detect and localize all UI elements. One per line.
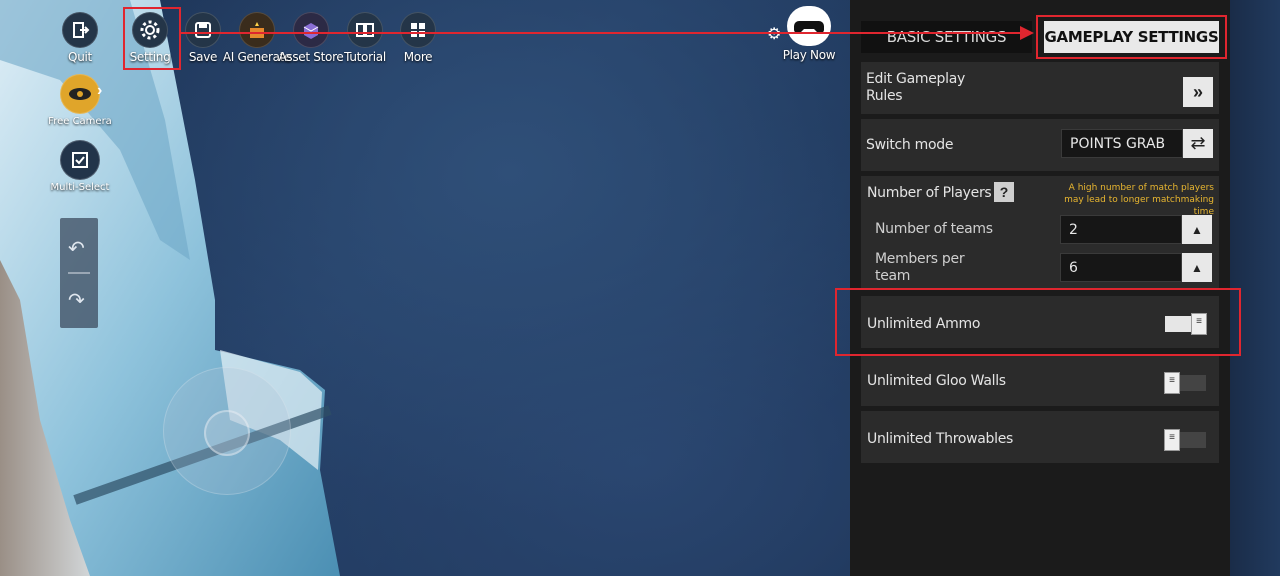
annotation-arrow — [181, 26, 1034, 40]
